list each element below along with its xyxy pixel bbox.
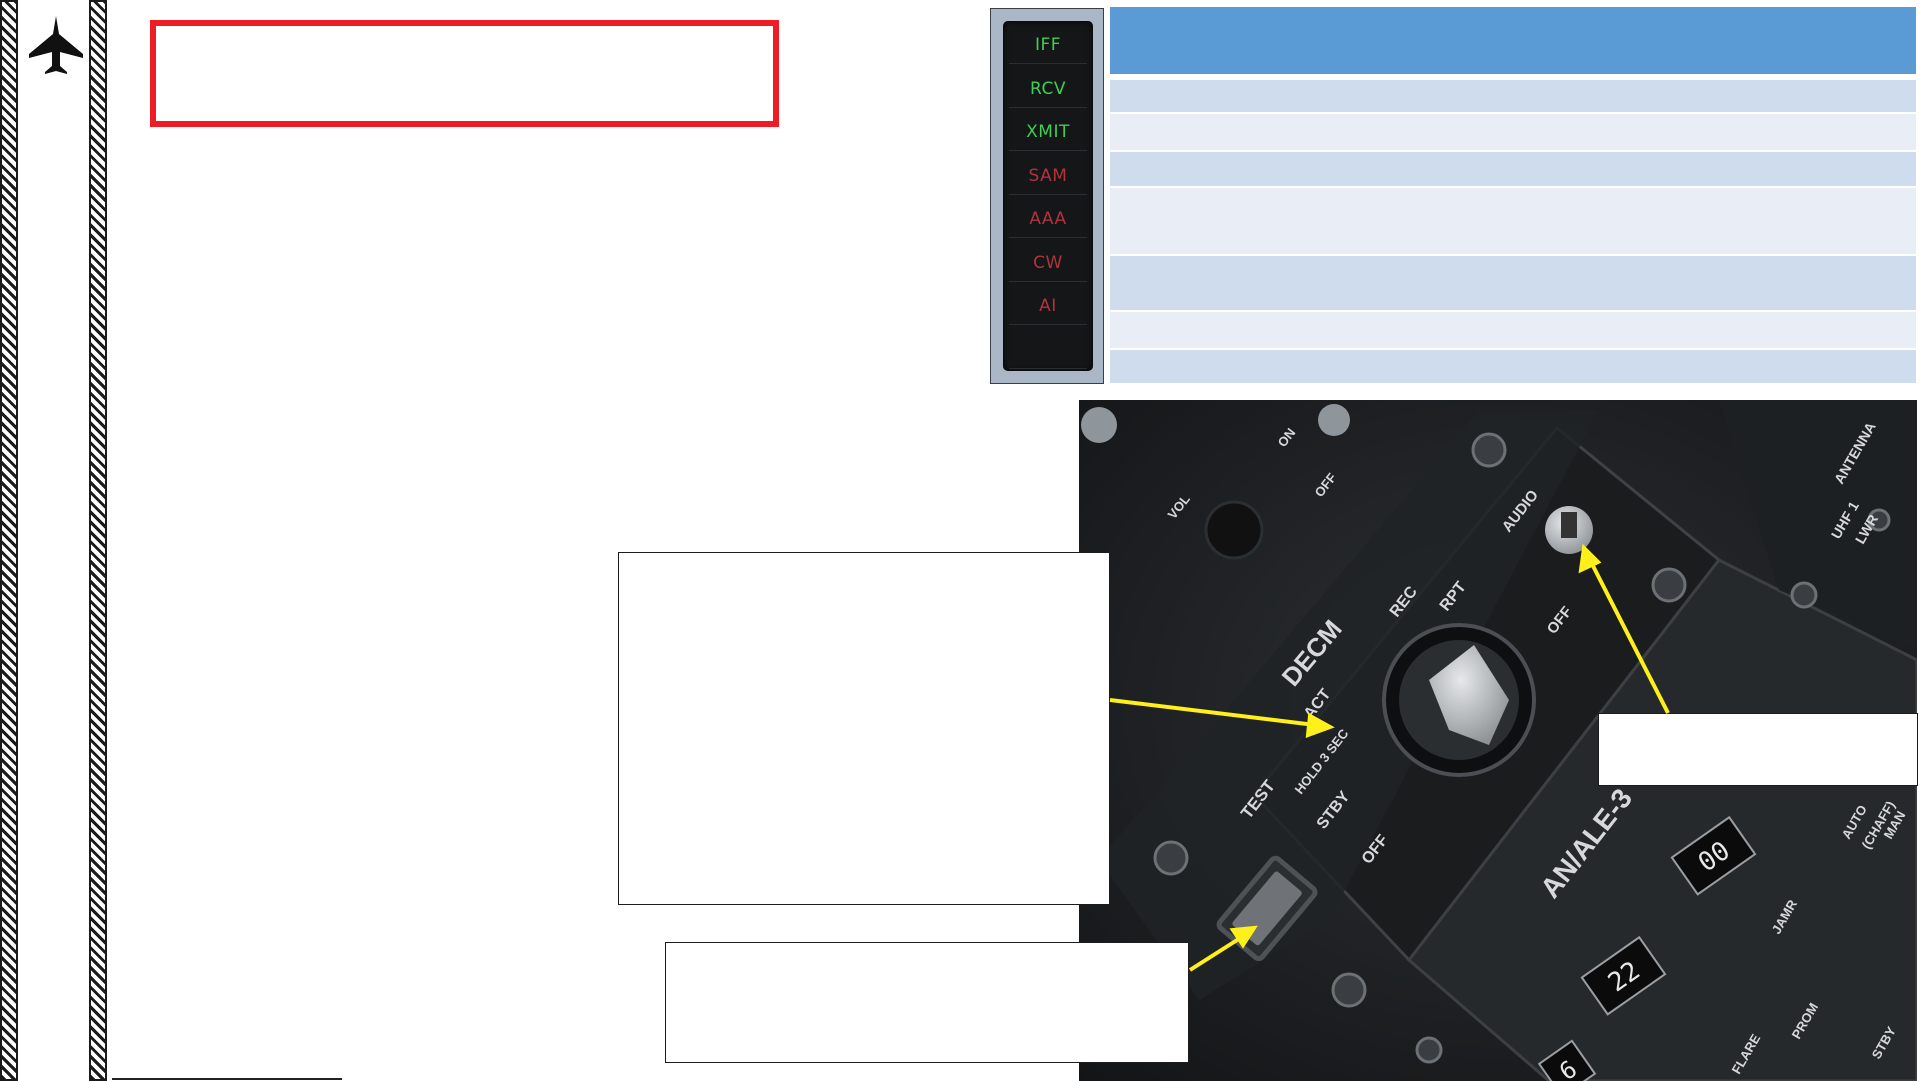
table-header: [1110, 7, 1916, 74]
table-row: [1110, 256, 1916, 310]
rwr-light-cw: CW: [1009, 245, 1087, 282]
table-row: [1110, 152, 1916, 186]
right-hatched-border: [89, 0, 107, 1081]
footer-rule: [112, 1078, 342, 1080]
callout-test-button: [665, 942, 1189, 1063]
table-row: [1110, 114, 1916, 150]
table-row: [1110, 312, 1916, 348]
rwr-light-sam: SAM: [1009, 158, 1087, 195]
rwr-light-aaa: AAA: [1009, 201, 1087, 238]
rwr-light-iff: IFF: [1009, 27, 1087, 64]
table-row: [1110, 80, 1916, 112]
rwr-indicator-panel: IFF RCV XMIT SAM AAA CW AI: [990, 8, 1104, 384]
rwr-light-xmit: XMIT: [1009, 114, 1087, 151]
rwr-indicator-strip: IFF RCV XMIT SAM AAA CW AI: [1003, 21, 1093, 371]
title-frame: [150, 20, 779, 127]
rwr-light-ai: AI: [1009, 288, 1087, 325]
table-row: [1110, 188, 1916, 254]
callout-audio-knob: [1598, 713, 1918, 786]
left-hatched-border: [0, 0, 18, 1081]
table-row: [1110, 350, 1916, 383]
aircraft-icon: [29, 16, 83, 74]
callout-mode-selector: [618, 552, 1110, 905]
rwr-light-rcv: RCV: [1009, 71, 1087, 108]
rwr-light-blank: [1009, 332, 1087, 369]
